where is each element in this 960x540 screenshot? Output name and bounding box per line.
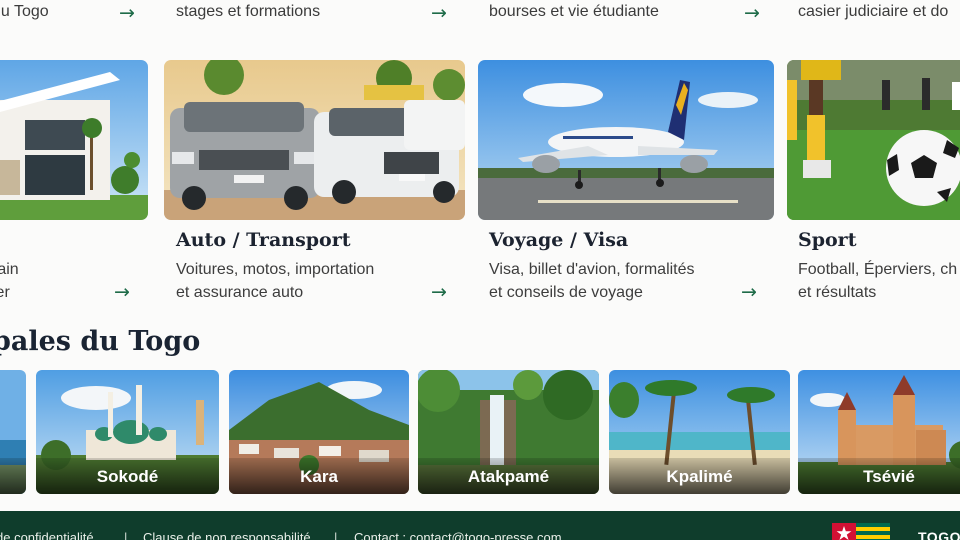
city-tile-kara[interactable]: Kara	[229, 370, 409, 494]
footer-separator: |	[124, 530, 128, 540]
card-title[interactable]: Voyage / Visa	[489, 229, 628, 251]
city-tile-tsevie[interactable]: Tsévié	[798, 370, 960, 494]
card-desc-line2: ier	[0, 284, 10, 301]
service-desc-line: bourses et vie étudiante	[489, 3, 659, 20]
arrow-right-icon[interactable]: →	[114, 283, 130, 302]
city-name: Tsévié	[798, 458, 960, 494]
city-name: Kpalimé	[609, 458, 790, 494]
service-desc-line: stages et formations	[176, 3, 321, 20]
service-desc-line: du Togo	[0, 3, 49, 20]
services-row-top: du Togo → stages et formations → bourses…	[0, 0, 960, 30]
city-tile-sokode[interactable]: Sokodé	[36, 370, 219, 494]
football-image	[787, 60, 960, 220]
city-tile[interactable]	[0, 370, 26, 494]
arrow-right-icon[interactable]: →	[744, 4, 760, 23]
card-desc-line2: et assurance auto	[176, 284, 304, 301]
footer-separator: |	[334, 530, 338, 540]
card-desc-line1: Visa, billet d'avion, formalités	[489, 261, 695, 278]
city-name: Sokodé	[36, 458, 219, 494]
arrow-right-icon[interactable]: →	[741, 283, 757, 302]
card-desc-line1: rain	[0, 261, 19, 278]
togo-flag-icon	[832, 523, 890, 540]
footer-contact[interactable]: Contact : contact@togo-presse.com	[354, 530, 562, 540]
card-title[interactable]: Auto / Transport	[176, 229, 351, 251]
card-image-auto[interactable]	[164, 60, 465, 220]
card-desc-line1: Voitures, motos, importation	[176, 261, 375, 278]
city-name: Kara	[229, 458, 409, 494]
card-image-sport[interactable]	[787, 60, 960, 220]
suv-cars-image	[164, 60, 465, 220]
service-desc-line: casier judiciaire et do	[798, 3, 949, 20]
card-desc-line1: Football, Éperviers, ch	[798, 261, 958, 278]
arrow-right-icon[interactable]: →	[119, 4, 135, 23]
footer-brand[interactable]: TOGO	[918, 529, 960, 540]
city-name: Atakpamé	[418, 458, 599, 494]
city-tile-atakpame[interactable]: Atakpamé	[418, 370, 599, 494]
city-tile-kpalime[interactable]: Kpalimé	[609, 370, 790, 494]
house-image	[0, 60, 148, 220]
city-name	[0, 458, 26, 494]
footer-link-disclaimer[interactable]: Clause de non responsabilité	[143, 530, 311, 540]
card-desc-line2: et conseils de voyage	[489, 284, 643, 301]
arrow-right-icon[interactable]: →	[431, 283, 447, 302]
card-image-immobilier[interactable]	[0, 60, 148, 220]
footer-link-privacy[interactable]: de confidentialité	[0, 530, 94, 540]
arrow-right-icon[interactable]: →	[431, 4, 447, 23]
card-desc-line2: et résultats	[798, 284, 877, 301]
card-title[interactable]: Sport	[798, 229, 856, 251]
airplane-image	[478, 60, 774, 220]
card-image-voyage[interactable]	[478, 60, 774, 220]
section-title-cities: pales du Togo	[0, 326, 201, 357]
